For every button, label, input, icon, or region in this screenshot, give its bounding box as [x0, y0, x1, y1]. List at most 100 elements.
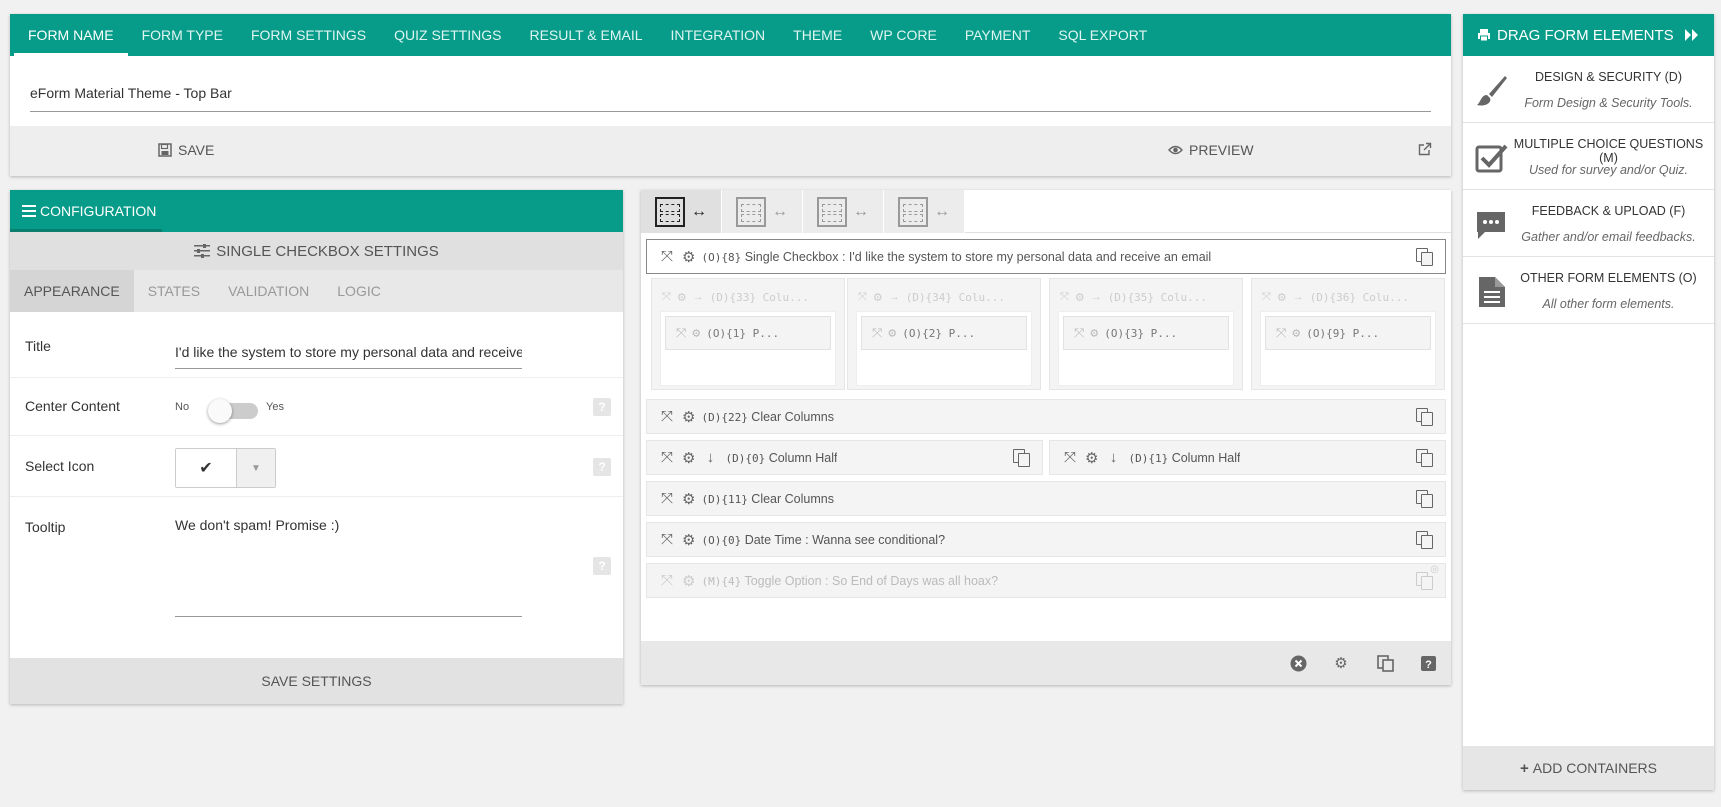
gear-icon[interactable]: ⚙ [682, 408, 695, 426]
move-icon[interactable]: ⤧ [662, 291, 671, 304]
layout-option-3[interactable]: ↔ [803, 190, 884, 233]
gear-icon[interactable]: ⚙ [1292, 326, 1300, 341]
move-icon[interactable]: ⤧ [658, 531, 676, 548]
move-icon[interactable]: ⤧ [1262, 291, 1271, 304]
gear-icon[interactable]: ⚙ [1331, 653, 1351, 673]
gear-icon[interactable]: ⚙ [682, 531, 695, 549]
element-clear-columns[interactable]: ⤧ ⚙ (D){11} Clear Columns [646, 481, 1446, 516]
tab-states[interactable]: STATES [134, 270, 214, 312]
icon-select[interactable]: ✔ ▼ [175, 448, 276, 488]
copy-icon[interactable] [1013, 449, 1030, 467]
copy-icon[interactable] [1416, 531, 1433, 549]
preview-button[interactable]: PREVIEW [1168, 142, 1254, 158]
tooltip-textarea[interactable]: We don't spam! Promise :) [175, 517, 522, 617]
gear-icon[interactable]: ⚙ [1277, 291, 1287, 304]
double-chevron-right-icon[interactable] [1684, 28, 1700, 42]
tab-form-name[interactable]: FORM NAME [14, 14, 128, 56]
move-icon[interactable]: ⤧ [676, 326, 686, 341]
tab-sql-export[interactable]: SQL EXPORT [1044, 14, 1161, 56]
tab-result-email[interactable]: RESULT & EMAIL [515, 14, 656, 56]
gear-icon[interactable]: ⚙ [873, 291, 883, 304]
open-external-button[interactable] [1418, 142, 1432, 156]
tab-appearance[interactable]: APPEARANCE [10, 270, 134, 312]
gear-icon[interactable]: ⚙ [1075, 291, 1085, 304]
gear-icon[interactable]: ⚙ [682, 248, 695, 266]
column-container[interactable]: ⤧ ⚙ → (D){36} Colu... ⤧ ⚙ (O){9} P... [1251, 278, 1445, 390]
element-column-half[interactable]: ⤧ ⚙ ↓ (D){0} Column Half [646, 440, 1043, 475]
help-icon[interactable]: ? [593, 398, 611, 416]
element-label: (O){0} Date Time : Wanna see conditional… [701, 532, 946, 547]
column-container[interactable]: ⤧ ⚙ → (D){35} Colu... ⤧ ⚙ (O){3} P... [1049, 278, 1243, 390]
copy-icon[interactable] [1375, 653, 1395, 673]
save-button[interactable]: SAVE [158, 142, 214, 158]
column-dropzone[interactable]: ⤧ ⚙ (O){9} P... [1260, 311, 1436, 386]
element-card-multiple-choice[interactable]: MULTIPLE CHOICE QUESTIONS (M) Used for s… [1463, 123, 1714, 190]
tab-logic[interactable]: LOGIC [323, 270, 395, 312]
column-dropzone[interactable]: ⤧ ⚙ (O){2} P... [856, 311, 1032, 386]
copy-icon[interactable] [1416, 449, 1433, 467]
element-clear-columns[interactable]: ⤧ ⚙ (D){22} Clear Columns [646, 399, 1446, 434]
column-dropzone[interactable]: ⤧ ⚙ (O){3} P... [1058, 311, 1234, 386]
move-icon[interactable]: ⤧ [1276, 326, 1286, 341]
help-icon[interactable]: ? [593, 557, 611, 575]
column-container[interactable]: ⤧ ⚙ → (D){34} Colu... ⤧ ⚙ (O){2} P... [847, 278, 1041, 390]
column-child-element[interactable]: ⤧ ⚙ (O){1} P... [665, 316, 831, 350]
element-column-half[interactable]: ⤧ ⚙ ↓ (D){1} Column Half [1049, 440, 1446, 475]
help-icon[interactable]: ? [1418, 653, 1438, 673]
move-icon[interactable]: ⤧ [658, 449, 676, 466]
column-child-element[interactable]: ⤧ ⚙ (O){3} P... [1063, 316, 1229, 350]
move-icon[interactable]: ⤧ [658, 490, 676, 507]
save-settings-button[interactable]: SAVE SETTINGS [10, 658, 623, 704]
move-icon[interactable]: ⤧ [658, 248, 676, 265]
tab-quiz-settings[interactable]: QUIZ SETTINGS [380, 14, 515, 56]
move-icon[interactable]: ⤧ [858, 291, 867, 304]
tab-payment[interactable]: PAYMENT [951, 14, 1045, 56]
tab-form-type[interactable]: FORM TYPE [128, 14, 237, 56]
form-name-input[interactable] [30, 77, 1431, 112]
layout-option-2[interactable]: ↔ [722, 190, 803, 233]
gear-icon[interactable]: ⚙ [677, 291, 687, 304]
tab-validation[interactable]: VALIDATION [214, 270, 323, 312]
gear-icon[interactable]: ⚙ [692, 326, 700, 341]
copy-icon[interactable] [1416, 248, 1433, 266]
column-child-element[interactable]: ⤧ ⚙ (O){2} P... [861, 316, 1027, 350]
title-input[interactable] [175, 340, 522, 369]
gear-icon[interactable]: ⚙ [682, 449, 695, 467]
move-icon[interactable]: ⤧ [658, 408, 676, 425]
gear-icon[interactable]: ⚙ [1085, 449, 1098, 467]
move-icon[interactable]: ⤧ [1060, 291, 1069, 304]
gear-icon[interactable]: ⚙ [682, 490, 695, 508]
layout-option-1[interactable]: ↔ [641, 190, 722, 233]
column-header: ⤧ ⚙ → (D){36} Colu... [1262, 287, 1434, 307]
gear-icon[interactable]: ⚙ [682, 572, 695, 590]
element-single-checkbox[interactable]: ⤧ ⚙ (O){8} Single Checkbox : I'd like th… [646, 239, 1446, 274]
tab-form-settings[interactable]: FORM SETTINGS [237, 14, 380, 56]
copy-icon[interactable] [1416, 490, 1433, 508]
element-card-design-security[interactable]: DESIGN & SECURITY (D) Form Design & Secu… [1463, 56, 1714, 123]
column-container[interactable]: ⤧ ⚙ → (D){33} Colu... ⤧ ⚙ (O){1} P... [651, 278, 845, 390]
move-icon[interactable]: ⤧ [872, 326, 882, 341]
card-title: FEEDBACK & UPLOAD (F) [1531, 204, 1686, 218]
gear-icon[interactable]: ⚙ [1090, 326, 1098, 341]
title-label: Title [25, 338, 51, 354]
tab-wp-core[interactable]: WP CORE [856, 14, 951, 56]
center-content-toggle[interactable] [208, 399, 258, 423]
move-icon[interactable]: ⤧ [1061, 449, 1079, 466]
column-dropzone[interactable]: ⤧ ⚙ (O){1} P... [660, 311, 836, 386]
close-circle-icon[interactable] [1288, 653, 1308, 673]
chevron-down-icon[interactable]: ▼ [236, 449, 275, 487]
element-card-feedback-upload[interactable]: FEEDBACK & UPLOAD (F) Gather and/or emai… [1463, 190, 1714, 257]
element-toggle-option[interactable]: ⤧ ⚙ (M){4} Toggle Option : So End of Day… [646, 563, 1446, 598]
move-icon[interactable]: ⤧ [658, 572, 676, 589]
copy-icon[interactable] [1416, 408, 1433, 426]
add-containers-button[interactable]: + ADD CONTAINERS [1463, 746, 1714, 790]
move-icon[interactable]: ⤧ [1074, 326, 1084, 341]
element-card-other-elements[interactable]: OTHER FORM ELEMENTS (O) All other form e… [1463, 257, 1714, 324]
element-date-time[interactable]: ⤧ ⚙ (O){0} Date Time : Wanna see conditi… [646, 522, 1446, 557]
tab-theme[interactable]: THEME [779, 14, 856, 56]
gear-icon[interactable]: ⚙ [888, 326, 896, 341]
help-icon[interactable]: ? [593, 458, 611, 476]
column-child-element[interactable]: ⤧ ⚙ (O){9} P... [1265, 316, 1431, 350]
tab-integration[interactable]: INTEGRATION [657, 14, 780, 56]
layout-option-4[interactable]: ↔ [884, 190, 965, 233]
